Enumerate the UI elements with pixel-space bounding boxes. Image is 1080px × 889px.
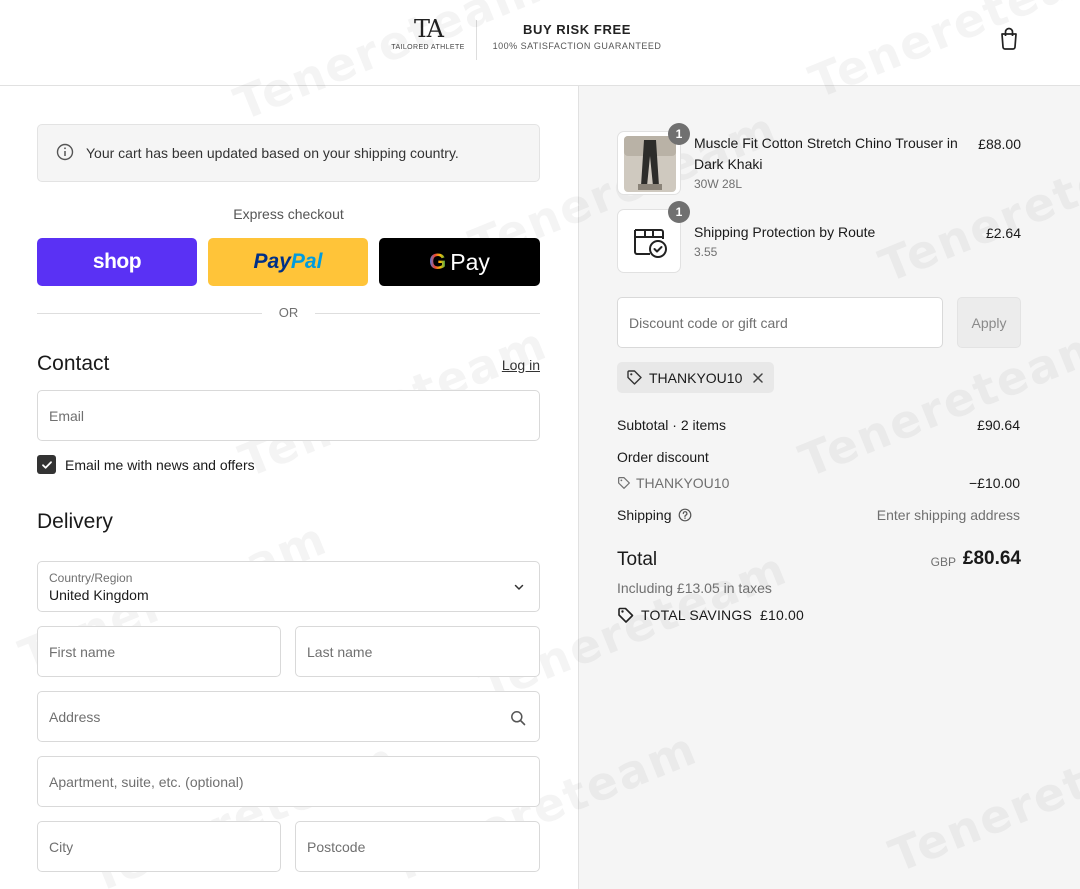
savings-label: TOTAL SAVINGS (641, 607, 752, 623)
quantity-badge: 1 (668, 123, 690, 145)
first-name-input[interactable] (49, 643, 269, 660)
apply-discount-button[interactable]: Apply (957, 297, 1021, 348)
product-thumbnail: 1 (617, 123, 690, 195)
promo-banner: BUY RISK FREE 100% SATISFACTION GUARANTE… (486, 22, 668, 51)
google-g-icon: G (429, 249, 447, 274)
search-icon (511, 711, 526, 726)
apartment-field[interactable] (37, 756, 540, 807)
discount-code-label: THANKYOU10 (636, 475, 730, 491)
or-separator: OR (37, 304, 540, 322)
shipping-row: Shipping (617, 507, 692, 523)
applied-discount-chip: THANKYOU10 (617, 362, 775, 393)
remove-discount-icon[interactable] (752, 372, 764, 384)
email-input[interactable] (49, 407, 528, 424)
subtotal-label: Subtotal · 2 items (617, 417, 726, 433)
product-variant: 3.55 (694, 245, 718, 259)
last-name-field[interactable] (295, 626, 540, 677)
discount-code-input[interactable] (629, 314, 931, 331)
apartment-input[interactable] (49, 773, 528, 790)
header-divider (476, 20, 477, 60)
google-pay-label: Pay (450, 248, 490, 275)
cart-updated-notice: Your cart has been updated based on your… (37, 124, 540, 182)
checkout-header: TA TAILORED ATHLETE BUY RISK FREE 100% S… (0, 0, 1080, 86)
brand-mark: TA (413, 15, 444, 43)
address-input[interactable] (49, 708, 528, 725)
total-savings-row: TOTAL SAVINGS £10.00 (617, 606, 804, 624)
tax-info: Including £13.05 in taxes (617, 580, 772, 596)
newsletter-label: Email me with news and offers (65, 456, 255, 473)
savings-tag-icon (617, 606, 635, 624)
shop-pay-label: shop (92, 250, 142, 273)
country-value: United Kingdom (49, 586, 149, 603)
shipping-value: Enter shipping address (876, 507, 1020, 523)
product-name: Shipping Protection by Route (694, 224, 876, 240)
product-thumbnail: 1 (617, 201, 690, 273)
city-field[interactable] (37, 821, 281, 872)
last-name-input[interactable] (307, 643, 528, 660)
tag-icon (626, 369, 643, 386)
login-link[interactable]: Log in (480, 357, 540, 373)
paypal-button[interactable]: Pay Pal (208, 238, 368, 286)
tag-icon (617, 476, 631, 490)
product-price: £88.00 (978, 136, 1021, 152)
express-checkout-label: Express checkout (233, 206, 344, 222)
delivery-heading: Delivery (37, 510, 113, 533)
order-discount-label: Order discount (617, 449, 709, 465)
shipping-label: Shipping (617, 507, 672, 523)
notice-text: Your cart has been updated based on your… (86, 145, 459, 161)
address-field[interactable] (37, 691, 540, 742)
chevron-down-icon (514, 584, 524, 590)
newsletter-checkbox[interactable] (37, 455, 56, 474)
promo-subtitle: 100% SATISFACTION GUARANTEED (492, 41, 662, 51)
info-icon (56, 143, 74, 164)
total-value: £80.64 (962, 548, 1021, 569)
help-icon[interactable] (678, 508, 692, 522)
promo-title: BUY RISK FREE (523, 22, 631, 37)
shop-pay-button[interactable]: shop (37, 238, 197, 286)
paypal-label-pal: Pal (290, 250, 323, 273)
paypal-label-pay: Pay (253, 250, 291, 273)
postcode-input[interactable] (307, 838, 528, 855)
discount-code-field[interactable] (617, 297, 943, 348)
city-input[interactable] (49, 838, 269, 855)
country-select[interactable]: Country/Region United Kingdom (37, 561, 540, 612)
brand-name: TAILORED ATHLETE (391, 44, 465, 51)
checkmark-icon (41, 460, 52, 469)
brand-logo[interactable]: TA TAILORED ATHLETE (386, 16, 470, 58)
total-label: Total (617, 549, 658, 570)
discount-code-row: THANKYOU10 (617, 475, 729, 491)
subtotal-value: £90.64 (977, 417, 1020, 433)
first-name-field[interactable] (37, 626, 281, 677)
product-price: £2.64 (985, 225, 1021, 241)
contact-heading: Contact (37, 352, 110, 375)
email-field[interactable] (37, 390, 540, 441)
google-pay-button[interactable]: G Pay (379, 238, 540, 286)
postcode-field[interactable] (295, 821, 540, 872)
shopping-bag-icon[interactable] (998, 26, 1020, 50)
newsletter-checkbox-row[interactable]: Email me with news and offers (37, 455, 255, 474)
country-label: Country/Region (49, 570, 133, 585)
applied-code-label: THANKYOU10 (649, 369, 743, 386)
product-name: Muscle Fit Cotton Stretch Chino Trouser … (694, 135, 958, 172)
savings-value: £10.00 (760, 607, 805, 623)
or-label: OR (278, 305, 299, 320)
quantity-badge: 1 (668, 201, 690, 223)
product-variant: 30W 28L (694, 177, 743, 191)
total-currency: GBP (930, 555, 956, 569)
discount-value: −£10.00 (969, 475, 1020, 491)
